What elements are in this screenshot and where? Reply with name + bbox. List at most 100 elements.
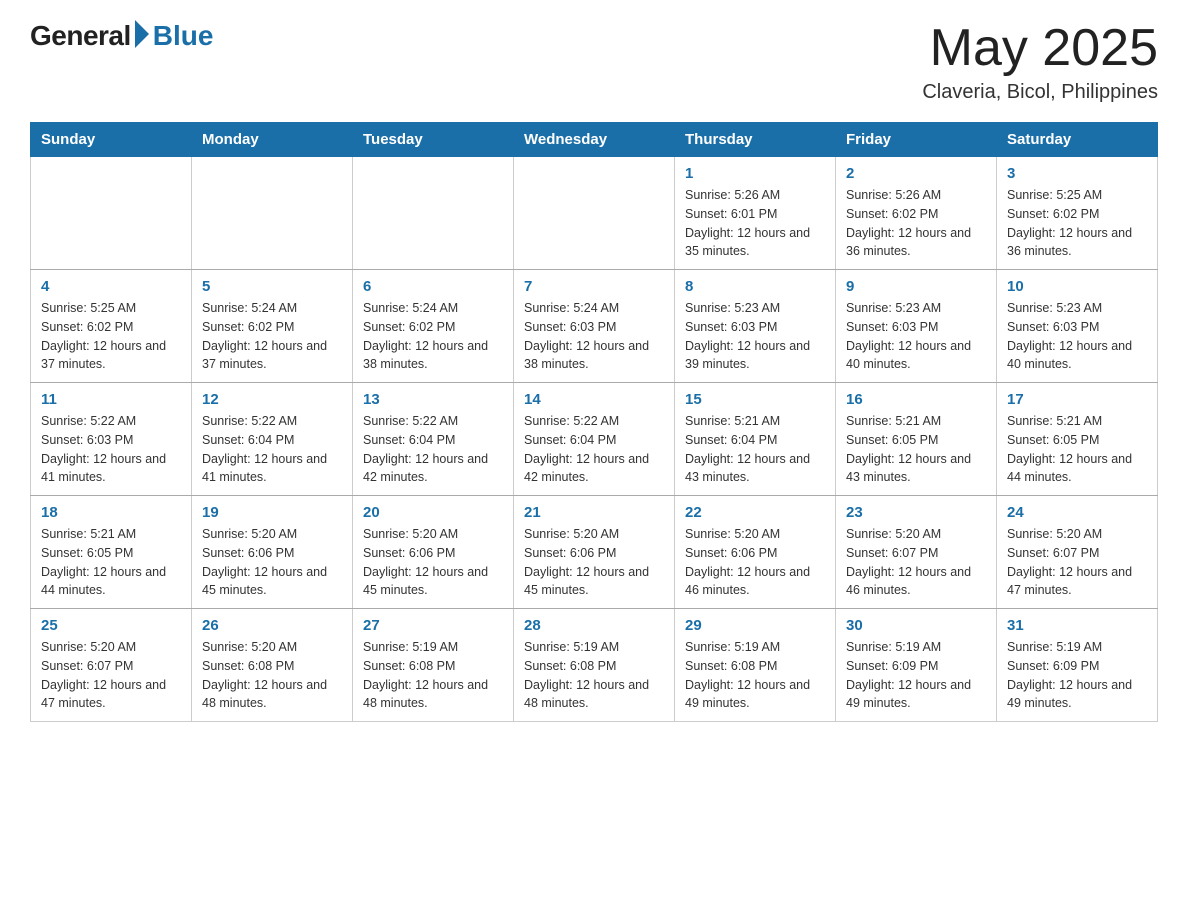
day-info: Sunrise: 5:20 AMSunset: 6:06 PMDaylight:… xyxy=(685,525,825,600)
day-cell: 17Sunrise: 5:21 AMSunset: 6:05 PMDayligh… xyxy=(997,383,1158,496)
day-info: Sunrise: 5:19 AMSunset: 6:09 PMDaylight:… xyxy=(846,638,986,713)
day-number: 21 xyxy=(524,504,664,521)
day-number: 14 xyxy=(524,391,664,408)
day-number: 26 xyxy=(202,617,342,634)
day-cell: 23 Sunrise: 5:20 AMSunset: 6:07 PMDayligh… xyxy=(836,496,997,609)
day-info: Sunrise: 5:20 AMSunset: 6:06 PMDaylight:… xyxy=(524,525,664,600)
day-cell: 12 Sunrise: 5:22 AMSunset: 6:04 PMDayligh… xyxy=(192,383,353,496)
day-cell: 24 Sunrise: 5:20 AMSunset: 6:07 PMDayligh… xyxy=(997,496,1158,609)
header-cell-tuesday: Tuesday xyxy=(353,123,514,157)
day-number: 5 xyxy=(202,278,342,295)
day-info: Sunrise: 5:19 AMSunset: 6:08 PMDaylight:… xyxy=(685,638,825,713)
day-number: 16 xyxy=(846,391,986,408)
day-cell xyxy=(353,157,514,270)
logo-triangle-icon xyxy=(135,20,149,48)
day-number: 27 xyxy=(363,617,503,634)
week-row-2: 4 Sunrise: 5:25 AMSunset: 6:02 PMDaylight… xyxy=(31,270,1158,383)
header-cell-monday: Monday xyxy=(192,123,353,157)
day-cell: 4 Sunrise: 5:25 AMSunset: 6:02 PMDaylight… xyxy=(31,270,192,383)
day-number: 4 xyxy=(41,278,181,295)
day-number: 15 xyxy=(685,391,825,408)
header-cell-sunday: Sunday xyxy=(31,123,192,157)
day-info: Sunrise: 5:19 AMSunset: 6:08 PMDaylight:… xyxy=(524,638,664,713)
day-number: 29 xyxy=(685,617,825,634)
calendar-body: 1 Sunrise: 5:26 AMSunset: 6:01 PMDaylight… xyxy=(31,157,1158,722)
day-info: Sunrise: 5:26 AMSunset: 6:01 PMDaylight:… xyxy=(685,186,825,261)
week-row-4: 18Sunrise: 5:21 AMSunset: 6:05 PMDayligh… xyxy=(31,496,1158,609)
location-title: Claveria, Bicol, Philippines xyxy=(922,81,1158,104)
day-cell: 22 Sunrise: 5:20 AMSunset: 6:06 PMDayligh… xyxy=(675,496,836,609)
week-row-5: 25Sunrise: 5:20 AMSunset: 6:07 PMDayligh… xyxy=(31,609,1158,722)
day-cell: 11 Sunrise: 5:22 AMSunset: 6:03 PMDayligh… xyxy=(31,383,192,496)
day-number: 23 xyxy=(846,504,986,521)
day-cell: 3Sunrise: 5:25 AMSunset: 6:02 PMDaylight… xyxy=(997,157,1158,270)
day-number: 12 xyxy=(202,391,342,408)
day-info: Sunrise: 5:23 AMSunset: 6:03 PMDaylight:… xyxy=(685,299,825,374)
day-cell xyxy=(514,157,675,270)
day-info: Sunrise: 5:21 AMSunset: 6:05 PMDaylight:… xyxy=(1007,412,1147,487)
day-number: 19 xyxy=(202,504,342,521)
day-info: Sunrise: 5:22 AMSunset: 6:04 PMDaylight:… xyxy=(524,412,664,487)
day-cell: 16 Sunrise: 5:21 AMSunset: 6:05 PMDayligh… xyxy=(836,383,997,496)
day-info: Sunrise: 5:20 AMSunset: 6:07 PMDaylight:… xyxy=(1007,525,1147,600)
header-row: SundayMondayTuesdayWednesdayThursdayFrid… xyxy=(31,123,1158,157)
page-header: General Blue May 2025 Claveria, Bicol, P… xyxy=(30,20,1158,104)
day-number: 18 xyxy=(41,504,181,521)
day-cell: 29 Sunrise: 5:19 AMSunset: 6:08 PMDayligh… xyxy=(675,609,836,722)
day-info: Sunrise: 5:21 AMSunset: 6:05 PMDaylight:… xyxy=(846,412,986,487)
day-number: 28 xyxy=(524,617,664,634)
day-cell: 8 Sunrise: 5:23 AMSunset: 6:03 PMDaylight… xyxy=(675,270,836,383)
day-info: Sunrise: 5:21 AMSunset: 6:04 PMDaylight:… xyxy=(685,412,825,487)
day-info: Sunrise: 5:24 AMSunset: 6:02 PMDaylight:… xyxy=(202,299,342,374)
day-cell: 2 Sunrise: 5:26 AMSunset: 6:02 PMDaylight… xyxy=(836,157,997,270)
day-info: Sunrise: 5:24 AMSunset: 6:02 PMDaylight:… xyxy=(363,299,503,374)
logo: General Blue xyxy=(30,20,213,52)
day-info: Sunrise: 5:19 AMSunset: 6:08 PMDaylight:… xyxy=(363,638,503,713)
day-number: 24 xyxy=(1007,504,1147,521)
day-number: 20 xyxy=(363,504,503,521)
day-info: Sunrise: 5:20 AMSunset: 6:07 PMDaylight:… xyxy=(846,525,986,600)
day-info: Sunrise: 5:26 AMSunset: 6:02 PMDaylight:… xyxy=(846,186,986,261)
day-cell: 13 Sunrise: 5:22 AMSunset: 6:04 PMDayligh… xyxy=(353,383,514,496)
day-number: 30 xyxy=(846,617,986,634)
day-info: Sunrise: 5:25 AMSunset: 6:02 PMDaylight:… xyxy=(1007,186,1147,261)
day-number: 6 xyxy=(363,278,503,295)
day-number: 13 xyxy=(363,391,503,408)
day-cell xyxy=(31,157,192,270)
day-cell: 7Sunrise: 5:24 AMSunset: 6:03 PMDaylight… xyxy=(514,270,675,383)
calendar-header: SundayMondayTuesdayWednesdayThursdayFrid… xyxy=(31,123,1158,157)
day-info: Sunrise: 5:23 AMSunset: 6:03 PMDaylight:… xyxy=(1007,299,1147,374)
day-cell: 30 Sunrise: 5:19 AMSunset: 6:09 PMDayligh… xyxy=(836,609,997,722)
day-cell: 6 Sunrise: 5:24 AMSunset: 6:02 PMDaylight… xyxy=(353,270,514,383)
title-block: May 2025 Claveria, Bicol, Philippines xyxy=(922,20,1158,104)
day-number: 11 xyxy=(41,391,181,408)
header-cell-thursday: Thursday xyxy=(675,123,836,157)
day-cell: 14 Sunrise: 5:22 AMSunset: 6:04 PMDayligh… xyxy=(514,383,675,496)
header-cell-saturday: Saturday xyxy=(997,123,1158,157)
day-cell: 20 Sunrise: 5:20 AMSunset: 6:06 PMDayligh… xyxy=(353,496,514,609)
day-number: 1 xyxy=(685,165,825,182)
day-number: 8 xyxy=(685,278,825,295)
day-info: Sunrise: 5:25 AMSunset: 6:02 PMDaylight:… xyxy=(41,299,181,374)
day-info: Sunrise: 5:22 AMSunset: 6:04 PMDaylight:… xyxy=(363,412,503,487)
header-cell-friday: Friday xyxy=(836,123,997,157)
day-number: 22 xyxy=(685,504,825,521)
day-number: 9 xyxy=(846,278,986,295)
day-number: 2 xyxy=(846,165,986,182)
header-cell-wednesday: Wednesday xyxy=(514,123,675,157)
day-info: Sunrise: 5:20 AMSunset: 6:06 PMDaylight:… xyxy=(363,525,503,600)
day-cell: 15 Sunrise: 5:21 AMSunset: 6:04 PMDayligh… xyxy=(675,383,836,496)
day-cell xyxy=(192,157,353,270)
day-info: Sunrise: 5:22 AMSunset: 6:04 PMDaylight:… xyxy=(202,412,342,487)
day-cell: 27 Sunrise: 5:19 AMSunset: 6:08 PMDayligh… xyxy=(353,609,514,722)
week-row-1: 1 Sunrise: 5:26 AMSunset: 6:01 PMDaylight… xyxy=(31,157,1158,270)
day-number: 31 xyxy=(1007,617,1147,634)
logo-general-text: General xyxy=(30,20,131,52)
week-row-3: 11 Sunrise: 5:22 AMSunset: 6:03 PMDayligh… xyxy=(31,383,1158,496)
day-cell: 28 Sunrise: 5:19 AMSunset: 6:08 PMDayligh… xyxy=(514,609,675,722)
day-cell: 19Sunrise: 5:20 AMSunset: 6:06 PMDayligh… xyxy=(192,496,353,609)
day-info: Sunrise: 5:19 AMSunset: 6:09 PMDaylight:… xyxy=(1007,638,1147,713)
day-info: Sunrise: 5:20 AMSunset: 6:08 PMDaylight:… xyxy=(202,638,342,713)
day-info: Sunrise: 5:22 AMSunset: 6:03 PMDaylight:… xyxy=(41,412,181,487)
logo-blue-text: Blue xyxy=(153,20,214,52)
